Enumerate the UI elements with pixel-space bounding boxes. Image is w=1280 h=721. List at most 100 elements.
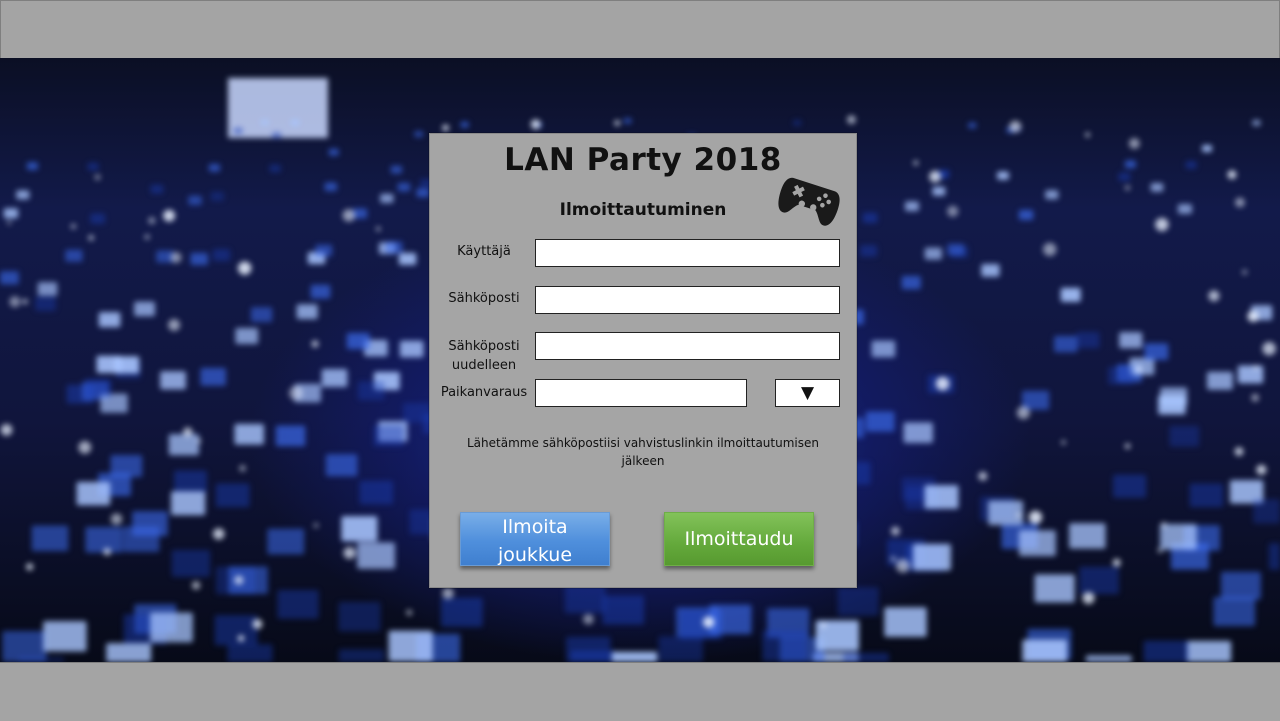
background-light: [183, 427, 193, 437]
background-light: [1169, 425, 1200, 447]
background-light: [1185, 161, 1197, 169]
background-light: [924, 247, 942, 260]
background-light: [1268, 543, 1280, 570]
background-light: [87, 162, 99, 171]
background-light: [821, 622, 827, 628]
background-light: [1129, 138, 1140, 149]
email-input[interactable]: [535, 286, 840, 314]
background-light: [837, 587, 879, 616]
background-light: [1158, 395, 1186, 415]
background-light: [1085, 655, 1132, 662]
background-light: [1253, 499, 1280, 524]
background-light: [860, 244, 878, 257]
background-light: [168, 434, 200, 456]
top-bar: [0, 0, 1280, 58]
confirmation-note-line2: jälkeen: [621, 454, 665, 468]
seat-input[interactable]: [535, 379, 747, 407]
background-light: [148, 217, 156, 225]
register-team-button[interactable]: Ilmoita joukkue: [460, 512, 610, 566]
background-light: [215, 483, 250, 508]
background-light: [188, 195, 202, 206]
background-light: [252, 619, 263, 630]
background-light: [1124, 443, 1131, 449]
background-light: [981, 263, 1000, 277]
background-light: [702, 616, 715, 628]
background-light: [235, 328, 259, 345]
background-light: [275, 425, 306, 447]
background-light: [1235, 197, 1245, 208]
email-confirm-input[interactable]: [535, 332, 840, 360]
background-light: [896, 558, 910, 573]
background-light: [26, 563, 34, 571]
background-light: [85, 378, 112, 398]
gamepad-icon: [778, 177, 840, 226]
background-light: [611, 651, 658, 662]
email-confirm-label-line2: uudelleen: [451, 358, 517, 373]
register-button[interactable]: Ilmoittaudu: [664, 512, 814, 566]
background-light: [762, 630, 807, 662]
background-light: [1028, 510, 1043, 524]
background-light: [376, 226, 381, 231]
background-light: [1157, 548, 1163, 553]
background-light: [22, 298, 28, 305]
background-light: [200, 367, 226, 386]
background-light: [190, 252, 208, 266]
background-light: [328, 148, 339, 156]
background-light: [2, 630, 47, 662]
background-light: [171, 549, 211, 577]
background-light: [1112, 558, 1121, 567]
background-light: [1061, 440, 1066, 445]
background-light: [614, 120, 621, 126]
background-light: [237, 635, 245, 642]
registration-panel: LAN Party 2018 Ilmoittautuminen Käyttäjä…: [429, 133, 857, 588]
background-light: [397, 182, 411, 192]
background-light: [37, 282, 58, 296]
background-light: [947, 243, 964, 256]
background-light: [1144, 343, 1169, 360]
username-input[interactable]: [535, 239, 840, 267]
background-light: [1108, 366, 1134, 385]
background-light: [239, 465, 246, 472]
background-light: [1262, 341, 1276, 356]
background-light: [602, 595, 645, 625]
background-light: [16, 190, 30, 200]
background-light: [1242, 269, 1248, 275]
background-light: [269, 164, 281, 173]
background-light: [233, 127, 243, 134]
background-light: [399, 340, 424, 358]
background-light: [566, 636, 611, 662]
background-light: [793, 119, 802, 126]
background-light: [9, 296, 21, 308]
background-light: [843, 652, 889, 662]
seat-label: Paikanvaraus: [440, 385, 528, 400]
background-light: [96, 355, 122, 374]
background-light: [324, 182, 338, 192]
background-light: [174, 470, 207, 494]
background-light: [1220, 571, 1261, 600]
bottom-bar: [0, 662, 1280, 721]
background-light: [1082, 591, 1095, 605]
background-light: [234, 423, 264, 445]
background-light: [440, 597, 483, 627]
background-light: [530, 119, 541, 130]
background-light: [1018, 209, 1034, 220]
background-light: [170, 252, 182, 263]
background-light: [1022, 639, 1068, 662]
background-light: [65, 249, 83, 262]
seat-dropdown-button[interactable]: ▼: [775, 379, 840, 407]
background-light: [1237, 365, 1264, 384]
background-light: [414, 131, 424, 138]
background-light: [1016, 513, 1021, 518]
background-light: [357, 381, 385, 400]
background-light: [267, 528, 305, 555]
background-light: [1009, 120, 1022, 133]
background-light: [1054, 335, 1078, 353]
background-light: [94, 174, 101, 181]
background-light: [208, 163, 221, 172]
background-light: [160, 371, 186, 390]
background-light: [709, 604, 752, 635]
background-light: [1079, 566, 1119, 595]
background-light: [31, 525, 69, 552]
background-light: [1143, 640, 1189, 662]
background-light: [214, 615, 258, 646]
